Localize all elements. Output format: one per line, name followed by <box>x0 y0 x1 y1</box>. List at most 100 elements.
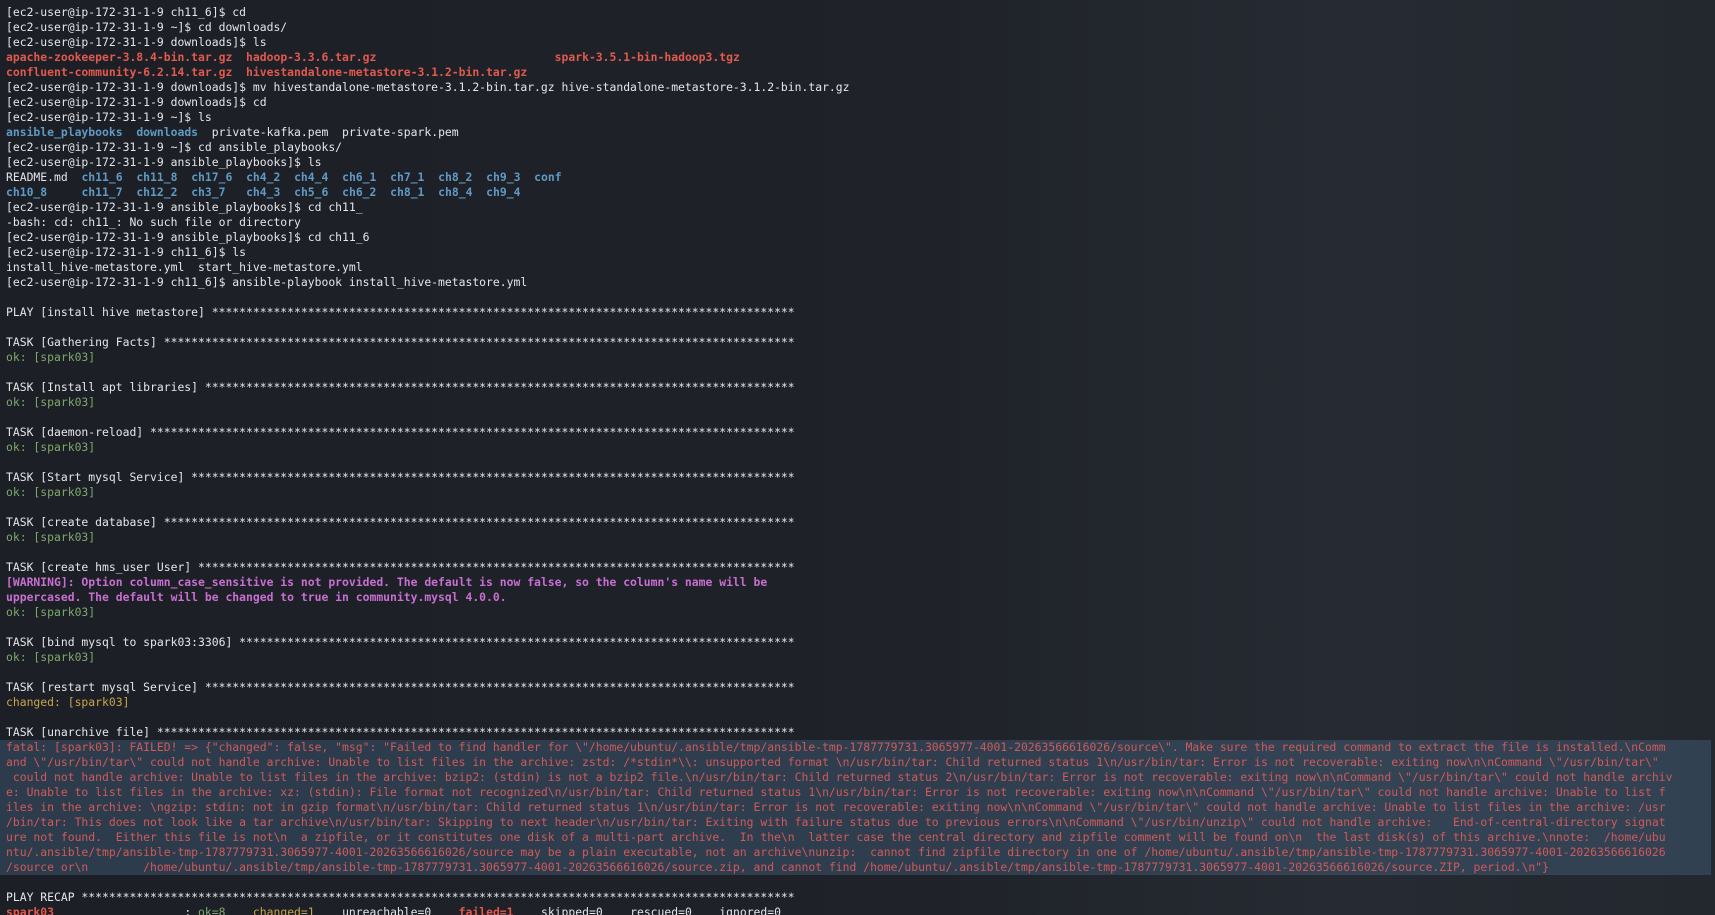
colored-entry: ch6_2 <box>342 185 377 199</box>
colored-entry: ch4_3 <box>246 185 281 199</box>
colored-entry: confluent-community-6.2.14.tar.gz <box>6 65 233 79</box>
terminal-line: [ec2-user@ip-172-31-1-9 ch11_6]$ cd <box>6 5 247 19</box>
colored-entry: ch9_4 <box>486 185 521 199</box>
text-segment <box>225 905 252 915</box>
text-segment: README.md <box>6 170 82 184</box>
colored-entry: ch9_3 <box>486 170 521 184</box>
colored-entry: ansible_playbooks <box>6 125 123 139</box>
text-segment <box>376 50 554 64</box>
colored-entry: apache-zookeeper-3.8.4-bin.tar.gz <box>6 50 233 64</box>
terminal-scrollback: [ec2-user@ip-172-31-1-9 ch11_6]$ cd [ec2-… <box>6 5 1711 740</box>
fatal-error-line: iles in the archive: \ngzip: stdin: not … <box>6 800 1666 814</box>
colored-entry: ch4_2 <box>246 170 281 184</box>
fatal-error-line: fatal: [spark03]: FAILED! => {"changed":… <box>6 740 1666 754</box>
text-segment <box>177 170 191 184</box>
colored-entry: ch11_8 <box>136 170 178 184</box>
terminal-line: confluent-community-6.2.14.tar.gz hivest… <box>6 65 1711 80</box>
text-segment: : <box>54 905 199 915</box>
colored-entry: ch11_6 <box>81 170 123 184</box>
terminal-line: TASK [daemon-reload] *******************… <box>6 425 795 439</box>
recap-line <box>6 875 1711 890</box>
colored-entry: spark-3.5.1-bin-hadoop3.tgz <box>554 50 740 64</box>
colored-entry: ch8_1 <box>390 185 425 199</box>
colored-entry: ch8_2 <box>438 170 473 184</box>
terminal-line: ansible_playbooks downloads private-kafk… <box>6 125 1711 140</box>
terminal-line: TASK [bind mysql to spark03:3306] ******… <box>6 635 795 649</box>
terminal-line: ok: [spark03] <box>6 485 96 499</box>
text-segment <box>472 185 486 199</box>
terminal-line: [ec2-user@ip-172-31-1-9 downloads]$ ls <box>6 35 267 49</box>
terminal-line: ok: [spark03] <box>6 650 96 664</box>
text-segment <box>328 185 342 199</box>
play-recap-section: PLAY RECAP *****************************… <box>6 875 1711 915</box>
terminal-line: [ec2-user@ip-172-31-1-9 ~]$ ls <box>6 110 212 124</box>
text-segment <box>123 125 137 139</box>
text-segment <box>280 170 294 184</box>
terminal-line: install_hive-metastore.yml start_hive-me… <box>6 260 363 274</box>
colored-entry: ch11_7 <box>81 185 123 199</box>
fatal-error-line: /source or\n /home/ubuntu/.ansible/tmp/a… <box>6 860 1549 874</box>
terminal-line: [WARNING]: Option column_case_sensitive … <box>6 575 768 589</box>
terminal-line: ok: [spark03] <box>6 350 96 364</box>
text-segment <box>232 50 246 64</box>
terminal-line: apache-zookeeper-3.8.4-bin.tar.gz hadoop… <box>6 50 1711 65</box>
text-segment <box>123 185 137 199</box>
terminal-line: TASK [Start mysql Service] *************… <box>6 470 795 484</box>
terminal-line: [ec2-user@ip-172-31-1-9 ~]$ cd ansible_p… <box>6 140 343 154</box>
text-segment <box>424 170 438 184</box>
text-segment <box>47 185 81 199</box>
text-segment <box>123 170 137 184</box>
terminal-line: [ec2-user@ip-172-31-1-9 ansible_playbook… <box>6 200 363 214</box>
colored-entry: ch8_4 <box>438 185 473 199</box>
text-segment <box>376 170 390 184</box>
colored-entry: downloads <box>136 125 199 139</box>
text-segment <box>280 185 294 199</box>
terminal-output: [ec2-user@ip-172-31-1-9 ch11_6]$ cd [ec2-… <box>0 5 1711 915</box>
terminal-line: -bash: cd: ch11_: No such file or direct… <box>6 215 301 229</box>
terminal-line: [ec2-user@ip-172-31-1-9 downloads]$ cd <box>6 95 267 109</box>
text-segment <box>472 170 486 184</box>
fatal-error-line: and \"/usr/bin/tar\" could not handle ar… <box>6 755 1659 769</box>
terminal-line: TASK [Gathering Facts] *****************… <box>6 335 795 349</box>
colored-entry: ch7_1 <box>390 170 425 184</box>
colored-entry: ch10_8 <box>6 185 48 199</box>
terminal-line: uppercased. The default will be changed … <box>6 590 507 604</box>
text-segment <box>232 170 246 184</box>
terminal-line: [ec2-user@ip-172-31-1-9 ansible_playbook… <box>6 230 370 244</box>
colored-entry: ch3_7 <box>191 185 226 199</box>
terminal-line: [ec2-user@ip-172-31-1-9 ansible_playbook… <box>6 155 322 169</box>
terminal-line: changed: [spark03] <box>6 695 130 709</box>
colored-entry: hadoop-3.3.6.tar.gz <box>246 50 377 64</box>
colored-entry: ch6_1 <box>342 170 377 184</box>
text-segment <box>376 185 390 199</box>
text-segment <box>328 170 342 184</box>
terminal-line: TASK [Install apt libraries] ***********… <box>6 380 795 394</box>
terminal-line: TASK [create hms_user User] ************… <box>6 560 795 574</box>
terminal-line: ok: [spark03] <box>6 440 96 454</box>
fatal-error-line: ure not found. Either this file is not\n… <box>6 830 1666 844</box>
colored-entry: ch4_4 <box>294 170 329 184</box>
terminal-window[interactable]: [ec2-user@ip-172-31-1-9 ch11_6]$ cd [ec2-… <box>0 0 1715 915</box>
colored-entry: ok=8 <box>198 905 226 915</box>
terminal-line: TASK [unarchive file] ******************… <box>6 725 795 739</box>
colored-entry: ch12_2 <box>136 185 178 199</box>
text-segment: private-kafka.pem private-spark.pem <box>198 125 459 139</box>
text-segment <box>226 185 247 199</box>
fatal-error-line: could not handle archive: Unable to list… <box>6 770 1673 784</box>
colored-entry: ch17_6 <box>191 170 233 184</box>
terminal-line: ok: [spark03] <box>6 395 96 409</box>
text-segment <box>520 170 534 184</box>
fatal-error-selection[interactable]: fatal: [spark03]: FAILED! => {"changed":… <box>0 740 1711 875</box>
terminal-line: TASK [restart mysql Service] ***********… <box>6 680 795 694</box>
fatal-error-line: ntu/.ansible/tmp/ansible-tmp-1787779731.… <box>6 845 1666 859</box>
text-segment <box>177 185 191 199</box>
